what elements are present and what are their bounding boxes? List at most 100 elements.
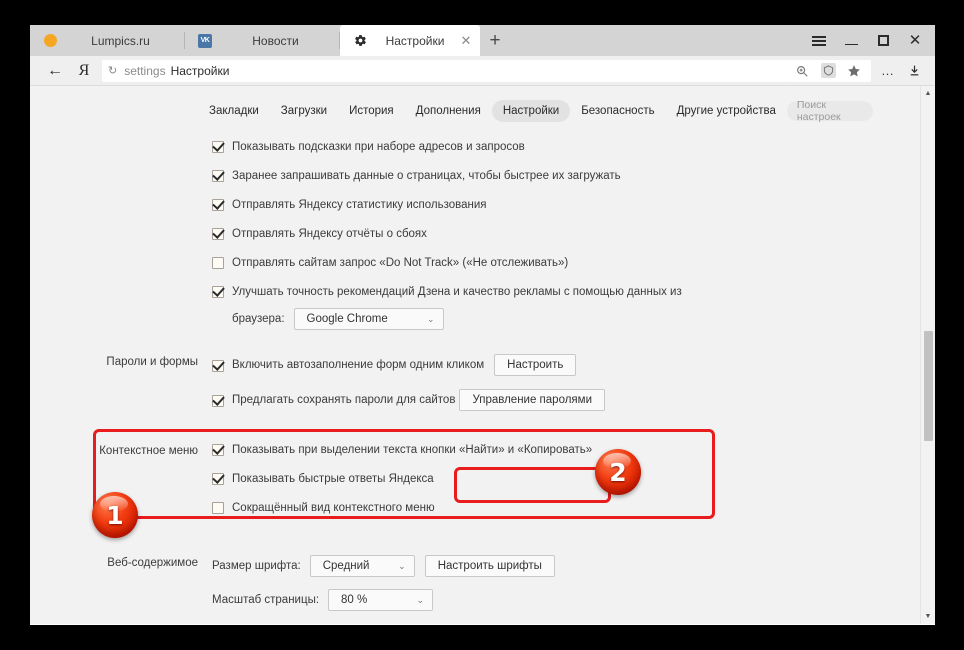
url-page-title: Настройки: [170, 63, 230, 78]
checkbox-quick-answers[interactable]: [212, 473, 224, 485]
browser-window: Lumpics.ru VK Новости Настройки ✕ + ✕ ← …: [30, 25, 935, 625]
search-page-icon[interactable]: [789, 60, 815, 82]
scroll-down-arrow-icon[interactable]: ▼: [921, 609, 935, 624]
passwords-forms-row: Пароли и формы Включить автозаполнение ф…: [30, 354, 935, 421]
address-bar: ← Я ↻ settings Настройки …: [30, 56, 935, 86]
scrollbar-thumb[interactable]: [924, 331, 933, 441]
general-options-body: Показывать подсказки при наборе адресов …: [212, 140, 935, 340]
nav-addons[interactable]: Дополнения: [405, 100, 492, 122]
checkbox-row[interactable]: Улучшать точность рекомендаций Дзена и к…: [212, 285, 935, 302]
maximize-button[interactable]: [867, 25, 899, 56]
checkbox-label: Сокращённый вид контекстного меню: [232, 502, 435, 514]
context-menu-body: Показывать при выделении текста кнопки «…: [212, 443, 935, 530]
overflow-menu-button[interactable]: …: [875, 63, 901, 78]
close-window-button[interactable]: ✕: [899, 25, 931, 56]
bookmark-star-icon[interactable]: [841, 60, 867, 82]
window-controls: ✕: [803, 25, 935, 56]
tab-title: Настройки: [385, 33, 445, 48]
tab-lumpics[interactable]: Lumpics.ru: [30, 25, 185, 56]
close-icon[interactable]: ✕: [458, 34, 474, 47]
checkbox-label: Отправлять Яндексу отчёты о сбоях: [232, 228, 427, 240]
browser-menu-button[interactable]: [803, 25, 835, 56]
tab-nastroyki[interactable]: Настройки ✕: [340, 25, 480, 56]
font-size-value: Средний: [322, 560, 370, 572]
page-zoom-row: Масштаб страницы: 80 % ⌄: [212, 589, 935, 611]
yandex-logo-icon[interactable]: Я: [70, 62, 98, 80]
font-size-select[interactable]: Средний ⌄: [309, 555, 415, 577]
checkbox-do-not-track[interactable]: [212, 257, 224, 269]
minimize-button[interactable]: [835, 25, 867, 56]
general-options-row: Показывать подсказки при наборе адресов …: [30, 140, 935, 340]
url-input[interactable]: ↻ settings Настройки: [102, 59, 789, 82]
context-menu-row: Контекстное меню Показывать при выделени…: [30, 443, 935, 530]
maximize-icon: [877, 35, 889, 46]
passwords-forms-body: Включить автозаполнение форм одним клико…: [212, 354, 935, 421]
badge-number: 2: [609, 457, 627, 487]
annotation-badge-1: 1: [92, 492, 138, 538]
checkbox-label: Показывать при выделении текста кнопки «…: [232, 444, 593, 456]
annotation-badge-2: 2: [595, 449, 641, 495]
tab-novosti[interactable]: VK Новости: [185, 25, 340, 56]
checkbox-hints[interactable]: [212, 141, 224, 153]
chevron-down-icon: ⌄: [398, 560, 406, 571]
page-zoom-value: 80 %: [341, 594, 368, 606]
settings-content: Показывать подсказки при наборе адресов …: [30, 122, 935, 623]
chevron-down-icon: ⌄: [426, 313, 435, 324]
nav-history[interactable]: История: [338, 100, 405, 122]
orange-dot-icon: [42, 33, 58, 49]
download-icon[interactable]: [901, 64, 927, 77]
checkbox-label: Отправлять сайтам запрос «Do Not Track» …: [232, 257, 569, 269]
checkbox-row[interactable]: Показывать подсказки при наборе адресов …: [212, 140, 935, 157]
checkbox-short-context-menu[interactable]: [212, 502, 224, 514]
font-size-row: Размер шрифта: Средний ⌄ Настроить шрифт…: [212, 555, 935, 577]
checkbox-autofill[interactable]: [212, 359, 224, 372]
configure-autofill-button[interactable]: Настроить: [494, 354, 577, 376]
gear-icon: [352, 33, 368, 49]
checkbox-crash-reports[interactable]: [212, 228, 224, 240]
nav-downloads[interactable]: Загрузки: [270, 100, 338, 122]
nav-other-devices[interactable]: Другие устройства: [666, 100, 787, 122]
nav-bookmarks[interactable]: Закладки: [198, 100, 270, 122]
nav-settings[interactable]: Настройки: [491, 100, 571, 122]
back-button[interactable]: ←: [40, 62, 70, 79]
chevron-down-icon: ⌄: [416, 594, 425, 605]
checkbox-prefetch[interactable]: [212, 170, 224, 182]
page-zoom-label: Масштаб страницы:: [212, 594, 320, 606]
toolbar-right: …: [871, 63, 935, 78]
hamburger-icon: [812, 34, 826, 48]
autofill-label: Включить автозаполнение форм одним клико…: [232, 359, 485, 371]
checkbox-usage-stats[interactable]: [212, 199, 224, 211]
checkbox-row[interactable]: Отправлять Яндексу отчёты о сбоях: [212, 227, 935, 244]
configure-fonts-button[interactable]: Настроить шрифты: [424, 555, 555, 577]
tab-title: Новости: [252, 33, 299, 48]
checkbox-row[interactable]: Отправлять сайтам запрос «Do Not Track» …: [212, 256, 935, 273]
checkbox-label: Заранее запрашивать данные о страницах, …: [232, 170, 621, 182]
checkbox-zen-recommendations[interactable]: [212, 286, 224, 298]
checkbox-row[interactable]: Отправлять Яндексу статистику использова…: [212, 198, 935, 215]
new-tab-button[interactable]: +: [480, 25, 510, 56]
reload-icon[interactable]: ↻: [108, 64, 117, 77]
settings-page: Закладки Загрузки История Дополнения Нас…: [30, 86, 935, 624]
manage-passwords-button[interactable]: Управление паролями: [459, 389, 605, 411]
turbo-icon[interactable]: [815, 60, 841, 82]
settings-search-input[interactable]: Поиск настроек: [786, 99, 873, 123]
page-zoom-select[interactable]: 80 % ⌄: [328, 589, 434, 611]
checkbox-row[interactable]: Показывать быстрые ответы Яндекса: [212, 472, 935, 489]
vk-icon: VK: [197, 33, 213, 49]
nav-security[interactable]: Безопасность: [570, 100, 665, 122]
browser-select[interactable]: Google Chrome ⌄: [293, 308, 444, 330]
checkbox-row[interactable]: Заранее запрашивать данные о страницах, …: [212, 169, 935, 186]
scroll-up-arrow-icon[interactable]: ▲: [921, 86, 935, 101]
save-passwords-label: Предлагать сохранять пароли для сайтов: [232, 394, 456, 406]
settings-nav: Закладки Загрузки История Дополнения Нас…: [30, 86, 935, 123]
checkbox-label: Отправлять Яндексу статистику использова…: [232, 199, 487, 211]
url-scheme: settings: [124, 63, 166, 78]
url-action-icons: [789, 59, 871, 82]
vertical-scrollbar[interactable]: ▲ ▼: [920, 86, 935, 624]
checkbox-row[interactable]: Сокращённый вид контекстного меню: [212, 501, 935, 518]
checkbox-row[interactable]: Показывать при выделении текста кнопки «…: [212, 443, 935, 460]
close-icon: ✕: [908, 32, 922, 49]
checkbox-selection-buttons[interactable]: [212, 444, 224, 456]
checkbox-label: Улучшать точность рекомендаций Дзена и к…: [232, 286, 682, 298]
checkbox-save-passwords[interactable]: [212, 394, 224, 407]
